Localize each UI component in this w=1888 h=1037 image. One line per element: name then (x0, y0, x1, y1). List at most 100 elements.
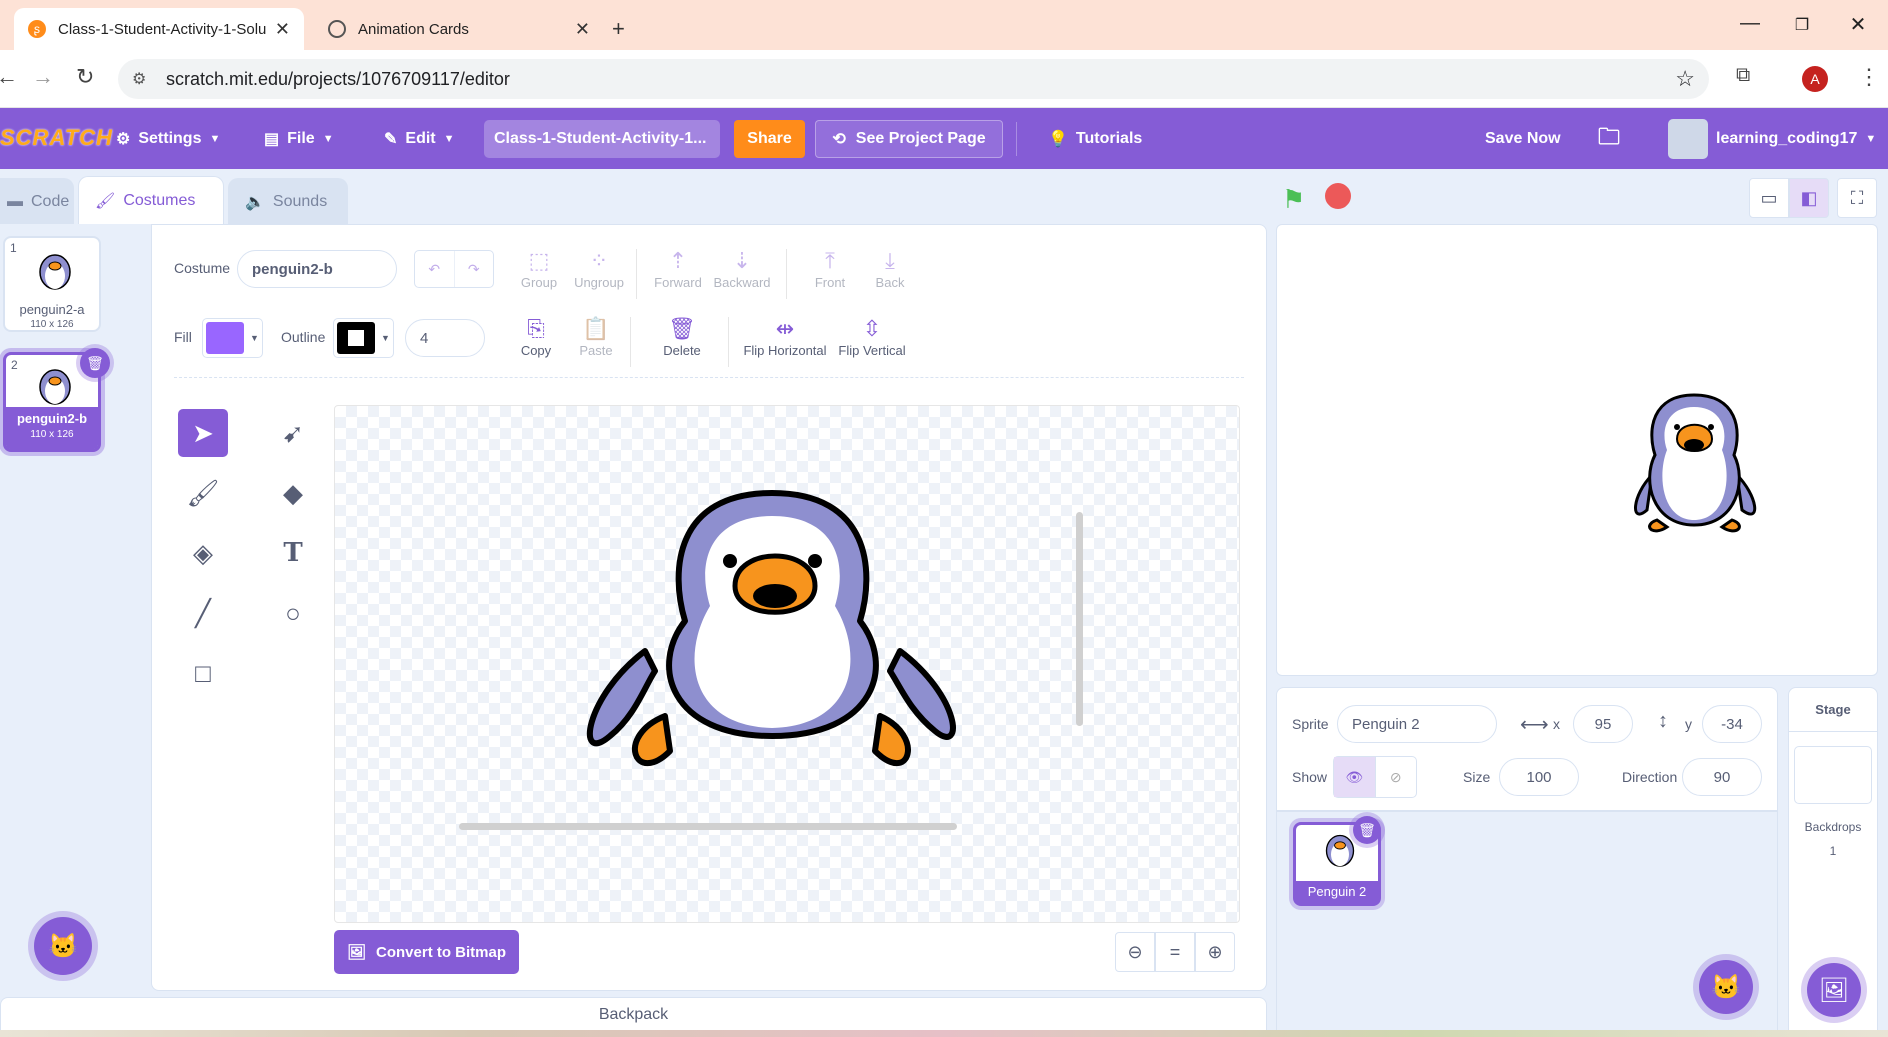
outline-width-input[interactable]: 4 (405, 319, 485, 357)
profile-avatar[interactable]: A (1802, 66, 1828, 92)
tab-costumes[interactable]: 🖌 Costumes (78, 176, 224, 224)
sprite-card-label: Penguin 2 (1296, 881, 1378, 903)
small-stage-icon[interactable]: ▭ (1749, 178, 1789, 218)
file-menu[interactable]: ▤ File ▼ (264, 108, 334, 169)
stop-icon[interactable] (1325, 183, 1351, 209)
tab-code[interactable]: ▬ Code (0, 178, 74, 224)
costume-card[interactable]: 1 penguin2-a 110 x 126 (3, 236, 101, 332)
see-project-page-button[interactable]: ⟲ See Project Page (815, 120, 1003, 158)
vertical-scrollbar[interactable] (1076, 512, 1083, 726)
circle-tool-icon[interactable]: ○ (268, 589, 318, 637)
paste-button[interactable]: 📋 Paste (566, 315, 626, 358)
penguin-costume-drawing (586, 490, 956, 767)
horizontal-scrollbar[interactable] (459, 823, 957, 830)
flip-vertical-button[interactable]: ⇳ Flip Vertical (832, 315, 912, 358)
x-input[interactable]: 95 (1573, 705, 1633, 743)
penguin-sprite (1634, 393, 1757, 533)
green-flag-icon[interactable]: ⚑ (1282, 184, 1305, 215)
new-tab-button[interactable]: + (612, 16, 625, 42)
settings-menu[interactable]: ⚙ Settings ▼ (116, 108, 220, 169)
fill-color-picker[interactable]: ▼ (202, 318, 263, 358)
text-tool-icon[interactable]: T (268, 529, 318, 577)
redo-icon[interactable]: ↷ (455, 251, 494, 287)
line-tool-icon[interactable]: ╱ (178, 589, 228, 637)
choose-sprite-icon[interactable]: 🐱 (1699, 960, 1753, 1014)
convert-to-bitmap-button[interactable]: 🖼 Convert to Bitmap (334, 930, 519, 974)
account-menu[interactable]: learning_coding17 ▼ (1668, 108, 1876, 169)
scratch-logo[interactable]: SCRATCH (0, 125, 113, 151)
reshape-tool-icon[interactable]: ➹ (268, 409, 318, 457)
eye-hidden-icon[interactable]: ⊘ (1376, 757, 1417, 797)
tab-sounds[interactable]: 🔈 Sounds (228, 178, 348, 224)
costume-size: 110 x 126 (30, 429, 74, 440)
back-icon[interactable]: ← (0, 64, 18, 90)
close-window-icon[interactable]: ✕ (1838, 12, 1878, 37)
tutorials-button[interactable]: 💡 Tutorials (1048, 108, 1142, 169)
brush-icon: 🖌 (95, 192, 116, 210)
brush-tool-icon[interactable]: 🖌 (178, 469, 228, 517)
forward-icon[interactable]: → (32, 64, 54, 90)
extensions-icon[interactable]: ⧉ (1736, 64, 1750, 87)
copy-button[interactable]: ⎘ Copy (506, 315, 566, 358)
delete-button[interactable]: 🗑 Delete (652, 315, 712, 358)
size-input[interactable]: 100 (1499, 758, 1579, 796)
tab-title: Animation Cards (358, 20, 469, 38)
flip-horizontal-button[interactable]: ⇹ Flip Horizontal (740, 315, 830, 358)
outline-color-picker[interactable]: ▼ (333, 318, 394, 358)
backward-label: Backward (713, 275, 771, 290)
forward-button[interactable]: ⇡ Forward (648, 247, 708, 290)
sprite-name-input[interactable]: Penguin 2 (1337, 705, 1497, 743)
restore-icon[interactable]: ❐ (1782, 15, 1822, 35)
reload-icon[interactable]: ↻ (76, 64, 94, 90)
fullscreen-icon[interactable]: ⛶ (1837, 178, 1877, 218)
backward-button[interactable]: ⇣ Backward (712, 247, 772, 290)
back-button[interactable]: ⤓ Back (860, 247, 920, 290)
site-info-icon[interactable]: ⚙ (132, 69, 152, 89)
normal-stage-icon[interactable]: ◧ (1789, 178, 1829, 218)
rectangle-tool-icon[interactable]: □ (178, 649, 228, 697)
eraser-tool-icon[interactable]: ◆ (268, 469, 318, 517)
zoom-out-icon[interactable]: ⊖ (1115, 932, 1155, 972)
scratch-menu-bar: SCRATCH ⚙ Settings ▼ ▤ File ▼ ✎ Edit ▼ C… (0, 108, 1888, 169)
choose-costume-icon[interactable]: 🐱 (34, 917, 92, 975)
zoom-reset-button[interactable]: = (1155, 932, 1195, 972)
browser-tab[interactable]: Animation Cards ✕ (314, 8, 604, 50)
stage-target-panel[interactable]: Stage Backdrops 1 🖼 (1788, 687, 1878, 1037)
costume-name-input[interactable]: penguin2-b (237, 250, 397, 288)
caret-down-icon: ▼ (381, 333, 390, 343)
save-now-button[interactable]: Save Now (1485, 108, 1561, 169)
y-input[interactable]: -34 (1702, 705, 1762, 743)
close-tab-icon[interactable]: ✕ (575, 19, 590, 40)
delete-sprite-icon[interactable]: 🗑 (1353, 816, 1381, 844)
drawing-canvas[interactable] (334, 405, 1240, 923)
delete-costume-icon[interactable]: 🗑 (80, 348, 110, 378)
costume-size: 110 x 126 (30, 319, 74, 330)
stage-canvas[interactable] (1276, 224, 1878, 676)
share-button[interactable]: Share (734, 120, 805, 158)
flip-horizontal-icon: ⇹ (775, 316, 795, 341)
bookmark-star-icon[interactable]: ☆ (1675, 66, 1695, 92)
url-field[interactable]: ⚙ scratch.mit.edu/projects/1076709117/ed… (118, 59, 1709, 99)
choose-backdrop-icon[interactable]: 🖼 (1807, 963, 1861, 1017)
browser-menu-icon[interactable]: ⋮ (1858, 64, 1880, 90)
close-tab-icon[interactable]: ✕ (275, 19, 290, 40)
lightbulb-icon: 💡 (1048, 130, 1068, 148)
ungroup-button[interactable]: ⁘ Ungroup (569, 247, 629, 290)
undo-icon[interactable]: ↶ (415, 251, 455, 287)
select-tool-icon[interactable]: ➤ (178, 409, 228, 457)
zoom-in-icon[interactable]: ⊕ (1195, 932, 1235, 972)
edit-menu[interactable]: ✎ Edit ▼ (384, 108, 455, 169)
project-title-input[interactable]: Class-1-Student-Activity-1... (484, 120, 720, 158)
scratch-favicon-icon: ʂ (28, 20, 46, 38)
group-button[interactable]: ⬚ Group (509, 247, 569, 290)
my-stuff-folder-icon[interactable]: 🗀 (1598, 108, 1620, 169)
eye-visible-icon[interactable]: 👁 (1334, 757, 1376, 797)
minimize-icon[interactable]: — (1730, 12, 1770, 35)
browser-tab-active[interactable]: ʂ Class-1-Student-Activity-1-Solu ✕ (14, 8, 304, 50)
back-icon: ⤓ (885, 248, 895, 273)
stage-title: Stage (1789, 688, 1877, 732)
fill-tool-icon[interactable]: ◈ (178, 529, 228, 577)
direction-input[interactable]: 90 (1682, 758, 1762, 796)
file-label: File (287, 129, 315, 147)
front-button[interactable]: ⤒ Front (800, 247, 860, 290)
